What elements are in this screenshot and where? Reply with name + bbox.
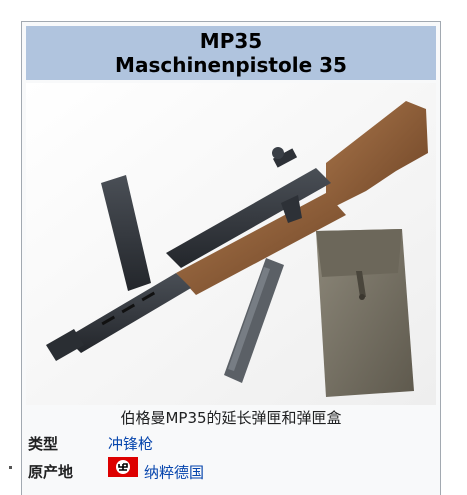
weapon-image[interactable] <box>26 83 436 405</box>
infobox: MP35 Maschinenpistole 35 伯格曼MP35的延长弹匣和弹匣… <box>21 21 441 495</box>
weapon-photo <box>26 83 436 405</box>
flag-icon[interactable] <box>108 457 138 485</box>
infobox-title: MP35 Maschinenpistole 35 <box>26 26 436 80</box>
page-marker-dot <box>9 466 12 469</box>
row-value-type-link[interactable]: 冲锋枪 <box>108 431 153 457</box>
infobox-title-full: Maschinenpistole 35 <box>115 53 347 77</box>
infobox-row-type: 类型 冲锋枪 <box>28 431 436 457</box>
row-value-origin-link[interactable]: 纳粹德国 <box>144 464 204 482</box>
row-label-type: 类型 <box>28 435 59 453</box>
infobox-title-short: MP35 <box>199 29 263 53</box>
row-label-origin: 原产地 <box>28 463 74 481</box>
row-value-origin: 纳粹德国 <box>108 457 204 486</box>
infobox-row-origin: 原产地 纳粹德国 <box>28 457 436 486</box>
image-caption: 伯格曼MP35的延长弹匣和弹匣盒 <box>120 409 342 427</box>
